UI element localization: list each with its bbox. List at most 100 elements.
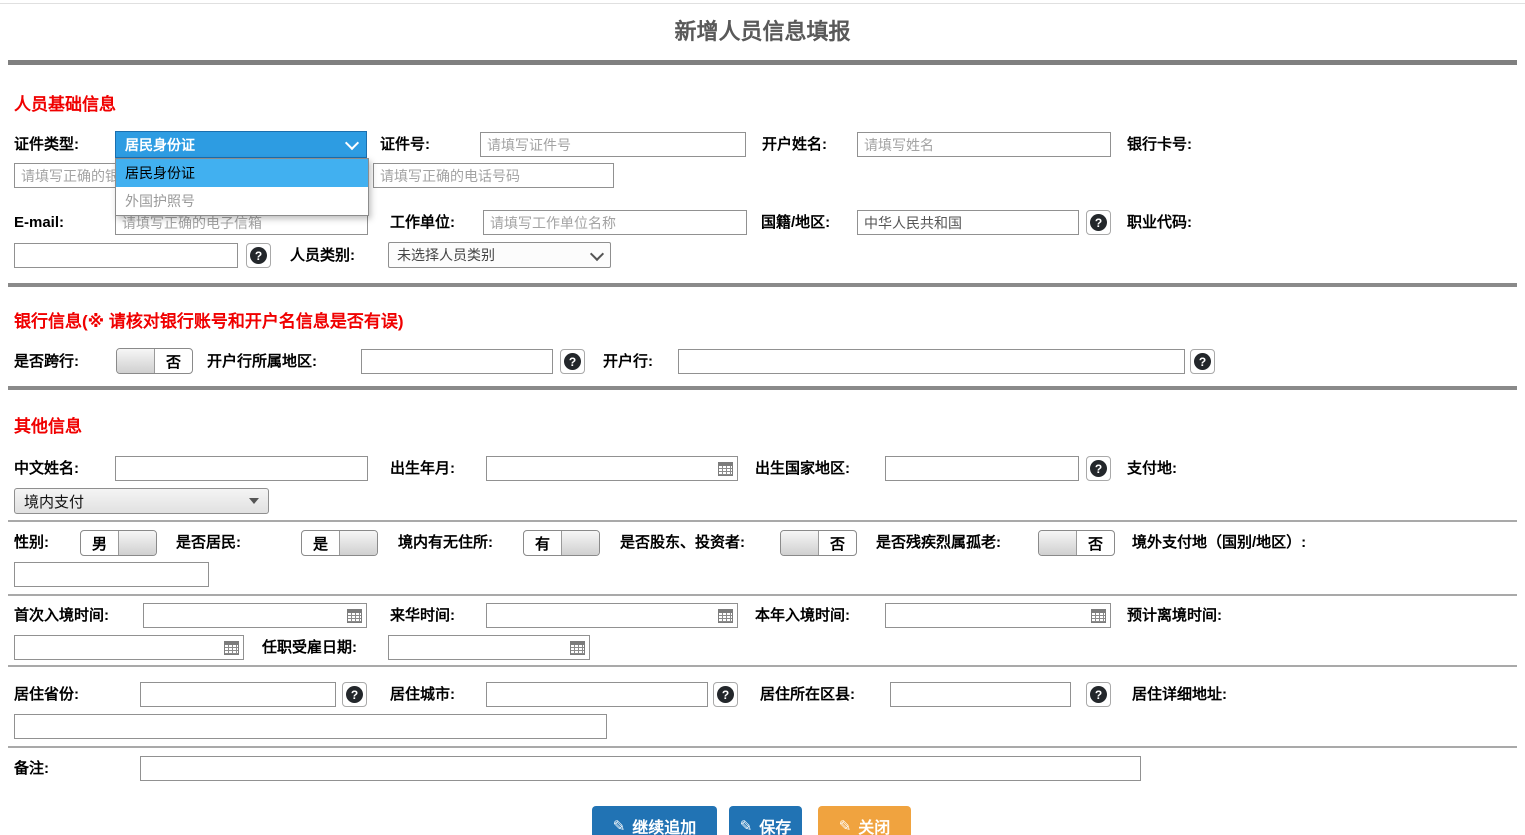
toggle-knob: [117, 349, 155, 373]
first-entry-time-label: 首次入境时间:: [14, 603, 109, 629]
id-number-label: 证件号:: [380, 132, 430, 158]
is-shareholder-toggle-state: 否: [819, 531, 856, 555]
expected-departure-time-input[interactable]: [15, 636, 224, 659]
chinese-name-input[interactable]: [115, 456, 368, 481]
calendar-icon[interactable]: [1091, 609, 1106, 623]
is-resident-label: 是否居民:: [176, 530, 241, 556]
help-button-residence-county[interactable]: ?: [1086, 682, 1111, 707]
continue-append-button[interactable]: ✎ 继续追加: [592, 806, 717, 835]
current-year-entry-time-input[interactable]: [886, 604, 1091, 627]
id-type-label: 证件类型:: [14, 132, 79, 158]
help-button-birth-country[interactable]: ?: [1086, 456, 1111, 481]
residence-province-input[interactable]: [140, 682, 336, 707]
id-type-select[interactable]: 居民身份证: [115, 131, 367, 158]
row-divider: [8, 746, 1517, 748]
chevron-down-icon: [590, 246, 604, 260]
id-number-input[interactable]: [480, 132, 746, 157]
add-personnel-form-page: 新增人员信息填报 人员基础信息 证件类型: 居民身份证 证件号: 开户姓名: 银…: [0, 0, 1525, 835]
person-type-select-value: 未选择人员类别: [397, 245, 495, 265]
gender-toggle[interactable]: 男: [80, 530, 157, 556]
section-divider: [8, 60, 1517, 65]
question-icon: ?: [1194, 353, 1211, 370]
calendar-icon[interactable]: [570, 641, 585, 655]
arrival-time-date-field[interactable]: [486, 603, 738, 628]
pay-place-select[interactable]: 境内支付: [14, 488, 269, 514]
expected-departure-time-date-field[interactable]: [14, 635, 244, 660]
section-divider: [8, 386, 1517, 390]
birth-month-label: 出生年月:: [390, 456, 455, 482]
edit-icon: ✎: [839, 819, 852, 834]
is-disabled-family-toggle-state: 否: [1077, 531, 1114, 555]
calendar-icon[interactable]: [718, 609, 733, 623]
remark-label: 备注:: [14, 756, 49, 782]
question-icon: ?: [564, 353, 581, 370]
overseas-pay-place-input[interactable]: [14, 562, 209, 587]
help-button-nationality[interactable]: ?: [1086, 210, 1111, 235]
remark-input[interactable]: [140, 756, 1141, 781]
select-arrow-icon: [249, 498, 259, 504]
current-year-entry-time-label: 本年入境时间:: [755, 603, 850, 629]
work-unit-label: 工作单位:: [390, 210, 455, 236]
calendar-icon[interactable]: [718, 462, 733, 476]
domestic-residence-toggle-state: 有: [524, 531, 561, 555]
help-button-bank-region[interactable]: ?: [560, 349, 585, 374]
help-button-bank-branch[interactable]: ?: [1190, 349, 1215, 374]
help-button-residence-city[interactable]: ?: [713, 682, 738, 707]
residence-county-label: 居住所在区县:: [760, 682, 855, 708]
close-label: 关闭: [858, 814, 890, 835]
close-button[interactable]: ✎ 关闭: [818, 806, 911, 835]
gender-toggle-state: 男: [81, 531, 118, 555]
section-divider: [8, 283, 1517, 287]
person-type-select[interactable]: 未选择人员类别: [388, 242, 611, 268]
arrival-time-input[interactable]: [487, 604, 718, 627]
toggle-knob: [781, 531, 819, 555]
calendar-icon[interactable]: [224, 641, 239, 655]
is-shareholder-toggle[interactable]: 否: [780, 530, 857, 556]
bank-branch-input[interactable]: [678, 349, 1185, 374]
current-year-entry-time-date-field[interactable]: [885, 603, 1111, 628]
bank-region-input[interactable]: [361, 349, 553, 374]
question-icon: ?: [250, 247, 267, 264]
domestic-residence-label: 境内有无住所:: [398, 530, 493, 556]
row-divider: [8, 594, 1517, 596]
is-resident-toggle-state: 是: [302, 531, 339, 555]
birth-country-input[interactable]: [885, 456, 1079, 481]
calendar-icon[interactable]: [347, 609, 362, 623]
phone-input[interactable]: [373, 163, 614, 188]
residence-county-input[interactable]: [890, 682, 1071, 707]
residence-city-input[interactable]: [486, 682, 708, 707]
job-code-label: 职业代码:: [1127, 210, 1192, 236]
section-basic-heading: 人员基础信息: [14, 90, 116, 115]
is-resident-toggle[interactable]: 是: [301, 530, 378, 556]
id-type-dropdown: 居民身份证 外国护照号: [115, 158, 369, 216]
arrival-time-label: 来华时间:: [390, 603, 455, 629]
save-button[interactable]: ✎ 保存: [729, 806, 802, 835]
toggle-knob: [561, 531, 599, 555]
birth-month-date-field[interactable]: [486, 456, 738, 481]
dropdown-option-foreign-passport[interactable]: 外国护照号: [116, 187, 368, 215]
pay-place-label: 支付地:: [1127, 456, 1177, 482]
dropdown-option-resident-id[interactable]: 居民身份证: [116, 159, 368, 187]
help-button-residence-province[interactable]: ?: [342, 682, 367, 707]
work-unit-input[interactable]: [483, 210, 747, 235]
employment-date-date-field[interactable]: [388, 635, 590, 660]
domestic-residence-toggle[interactable]: 有: [523, 530, 600, 556]
birth-month-input[interactable]: [487, 457, 718, 480]
toggle-knob: [339, 531, 377, 555]
question-icon: ?: [346, 686, 363, 703]
section-bank-heading: 银行信息(※ 请核对银行账号和开户名信息是否有误): [14, 307, 404, 332]
row-divider: [8, 520, 1517, 522]
bank-branch-label: 开户行:: [603, 349, 653, 375]
residence-city-label: 居住城市:: [390, 682, 455, 708]
account-name-input[interactable]: [857, 132, 1111, 157]
help-button-job-code[interactable]: ?: [246, 243, 271, 268]
cross-bank-toggle[interactable]: 否: [116, 348, 193, 374]
id-type-select-value: 居民身份证: [125, 135, 195, 155]
residence-address-input[interactable]: [14, 714, 607, 739]
is-disabled-family-toggle[interactable]: 否: [1038, 530, 1115, 556]
first-entry-time-input[interactable]: [144, 604, 347, 627]
nationality-input[interactable]: [857, 210, 1079, 235]
employment-date-input[interactable]: [389, 636, 570, 659]
job-code-input[interactable]: [14, 243, 238, 268]
first-entry-time-date-field[interactable]: [143, 603, 367, 628]
